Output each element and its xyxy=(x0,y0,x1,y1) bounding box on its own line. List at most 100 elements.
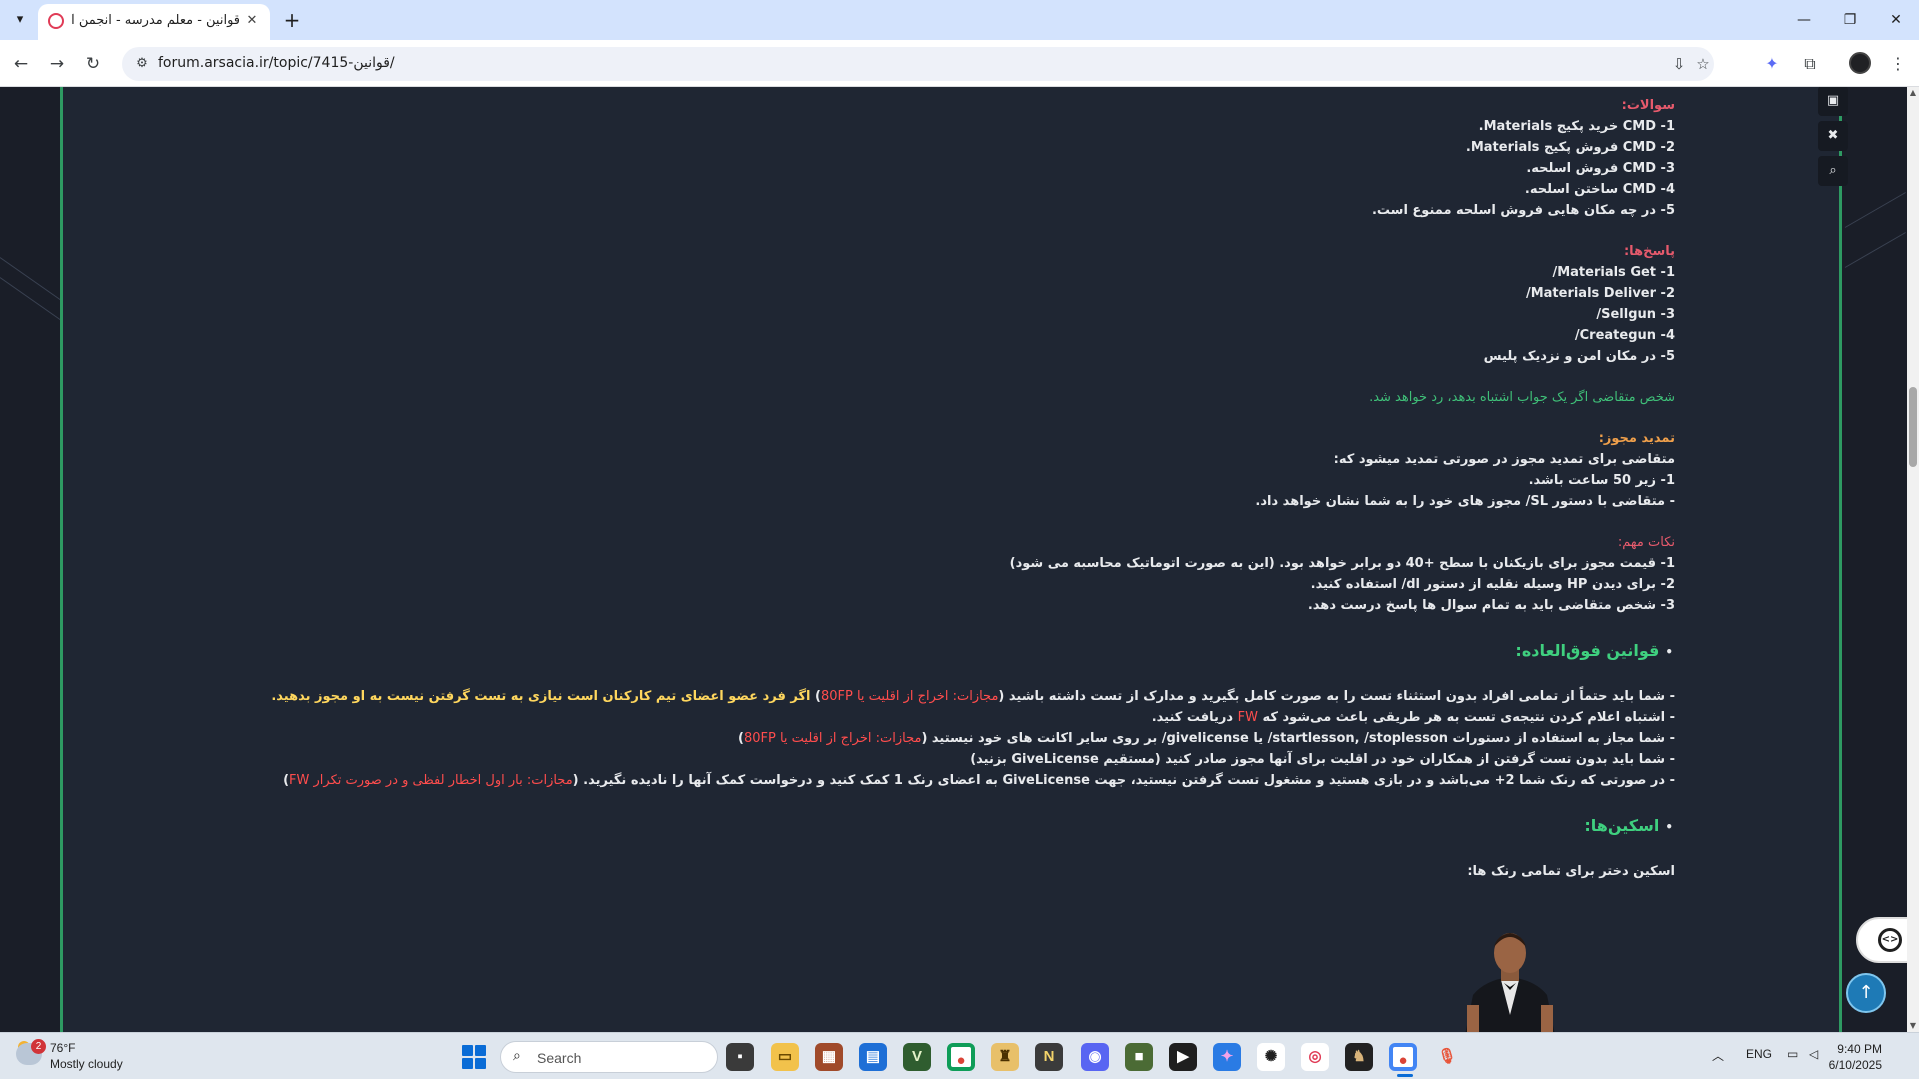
bookmark-star-icon[interactable]: ☆ xyxy=(1692,54,1714,74)
minecraft-icon[interactable]: ■ xyxy=(1125,1043,1153,1071)
clock-time[interactable]: 9:40 PM xyxy=(1820,1042,1882,1056)
scroll-thumb[interactable] xyxy=(1909,387,1917,467)
copilot-icon[interactable]: ✦ xyxy=(1759,51,1785,77)
post-body: سوالات: 1- CMD خرید پکیج Materials. 2- C… xyxy=(271,87,1675,882)
minimize-button[interactable]: — xyxy=(1790,8,1818,32)
chatgpt-icon[interactable]: ✺ xyxy=(1257,1043,1285,1071)
show-hidden-icons-chevron[interactable]: ︿ xyxy=(1712,1047,1724,1064)
background-decoration xyxy=(1844,192,1906,228)
game-app-icon[interactable]: ▦ xyxy=(815,1043,843,1071)
rule-highlight: اگر فرد عضو اعضای تیم کارکنان است نیازی … xyxy=(271,689,811,704)
tab-search-chevron-icon[interactable]: ▾ xyxy=(8,8,32,32)
windows-taskbar: 2 76°F Mostly cloudy ⌕ Search ▪ ▭ ▦ ▤ V … xyxy=(0,1032,1919,1079)
address-bar[interactable]: ⚙ forum.arsacia.ir/topic/7415-قوانین/ ⇩ … xyxy=(122,47,1714,81)
page-scrollbar[interactable]: ▲ ▼ xyxy=(1907,87,1919,1032)
rule-text: دریافت کنید. xyxy=(1151,710,1238,725)
chrome-icon[interactable]: ● xyxy=(947,1043,975,1071)
profile-avatar[interactable] xyxy=(1849,52,1871,74)
skin-character-image xyxy=(1465,933,1555,1032)
network-icon[interactable]: ▭ xyxy=(1787,1047,1798,1061)
chrome-active-icon[interactable]: ● xyxy=(1389,1043,1417,1071)
task-view-icon[interactable]: ▪ xyxy=(726,1043,754,1071)
copilot-app-icon[interactable]: ✦ xyxy=(1213,1043,1241,1071)
questions-title: سوالات: xyxy=(1621,98,1675,113)
search-icon: ⌕ xyxy=(513,1048,521,1064)
question-item: 1- CMD خرید پکیج Materials. xyxy=(1478,119,1675,134)
answers-title: پاسخ‌ها: xyxy=(1623,244,1675,259)
arsacia-app-icon[interactable]: ◎ xyxy=(1301,1043,1329,1071)
renewal-title: تمدید مجوز: xyxy=(1598,431,1675,446)
renewal-line: متقاضی برای تمدید مجوز در صورتی تمدید می… xyxy=(1333,452,1675,467)
taskbar-search[interactable]: ⌕ Search xyxy=(500,1041,718,1073)
back-button[interactable]: ← xyxy=(8,51,34,77)
game-character-app-icon[interactable]: ♞ xyxy=(1345,1043,1373,1071)
note-item: 3- شخص متقاضی باید به تمام سوال ها پاسخ … xyxy=(1307,598,1675,613)
background-decoration xyxy=(0,277,66,324)
microphone-icon[interactable]: 🎙 xyxy=(1433,1043,1461,1071)
reload-button[interactable]: ↻ xyxy=(80,51,106,77)
background-decoration xyxy=(0,257,66,304)
special-rule-4: - شما باید بدون تست گرفتن از همکاران خود… xyxy=(970,752,1675,767)
search-placeholder: Search xyxy=(537,1050,582,1066)
renewal-line: - متقاضی با دستور SL/ مجوز های خود را به… xyxy=(1255,494,1675,509)
extensions-icon[interactable]: ⧉ xyxy=(1797,51,1823,77)
game-launcher-icon[interactable]: ♜ xyxy=(991,1043,1019,1071)
tab-title: قوانین - معلم مدرسه - انجمن آرس... xyxy=(72,13,240,28)
chat-widget-button[interactable]: <> xyxy=(1856,917,1907,963)
weather-notification-badge: 2 xyxy=(31,1039,46,1054)
weather-description: Mostly cloudy xyxy=(50,1057,123,1071)
volume-icon[interactable]: ◁ xyxy=(1809,1047,1818,1061)
bullet-icon: • xyxy=(1665,820,1673,834)
close-window-button[interactable]: ✕ xyxy=(1882,8,1910,32)
rule-text: - شما باید حتماً از تمامی افراد بدون است… xyxy=(998,689,1675,704)
bullet-icon: • xyxy=(1665,645,1673,659)
skins-line: اسکین دختر برای تمامی رنک ها: xyxy=(1467,864,1675,879)
rule-text: ) xyxy=(810,689,821,704)
background-decoration xyxy=(1844,232,1906,268)
rule-penalty: FW xyxy=(1237,710,1258,725)
page-viewport: سوالات: 1- CMD خرید پکیج Materials. 2- C… xyxy=(0,87,1907,1032)
rule-penalty: مجازات: بار اول اخطار لفظی و در صورت تکر… xyxy=(289,773,573,788)
search-icon[interactable]: ⌕ xyxy=(1818,156,1848,186)
url-text[interactable]: forum.arsacia.ir/topic/7415-قوانین/ xyxy=(158,55,395,71)
special-rule-3: - شما مجاز به استفاده از دستورات startle… xyxy=(275,728,1675,749)
answer-item: 3- Sellgun/ xyxy=(1596,307,1675,322)
forward-button[interactable]: → xyxy=(44,51,70,77)
renewal-line: 1- زیر 50 ساعت باشد. xyxy=(1528,473,1675,488)
scroll-to-top-button[interactable]: ↑ xyxy=(1846,973,1886,1013)
menu-kebab-icon[interactable]: ⋮ xyxy=(1885,51,1911,77)
active-app-indicator xyxy=(1397,1074,1413,1077)
save-icon[interactable]: ▣ xyxy=(1818,87,1848,116)
skins-title: اسکین‌ها: xyxy=(1584,816,1660,835)
note-item: 1- قیمت مجوز برای بازیکنان با سطح +40 دو… xyxy=(1009,556,1675,571)
close-circle-icon[interactable]: ✖ xyxy=(1818,121,1848,151)
restore-button[interactable]: ❐ xyxy=(1836,8,1864,32)
tab-close-icon[interactable]: ✕ xyxy=(242,11,262,31)
fail-note: شخص متقاضی اگر یک جواب اشتباه بدهد، رد خ… xyxy=(1369,390,1675,405)
discord-icon[interactable]: ◉ xyxy=(1081,1043,1109,1071)
site-favicon-icon xyxy=(48,13,64,29)
scroll-down-arrow-icon[interactable]: ▼ xyxy=(1907,1020,1919,1032)
special-rule-5: - در صورتی که رنک شما 2+ می‌باشد و در با… xyxy=(275,770,1675,791)
install-app-icon[interactable]: ⇩ xyxy=(1668,54,1690,74)
microsoft-store-icon[interactable]: ▤ xyxy=(859,1043,887,1071)
language-indicator[interactable]: ENG xyxy=(1746,1047,1772,1061)
notepad-app-icon[interactable]: N xyxy=(1035,1043,1063,1071)
answer-item: 5- در مکان امن و نزدیک پلیس xyxy=(1483,349,1675,364)
file-explorer-icon[interactable]: ▭ xyxy=(771,1043,799,1071)
tab-strip: ▾ قوانین - معلم مدرسه - انجمن آرس... ✕ +… xyxy=(0,0,1919,40)
answer-item: 4- Creategun/ xyxy=(1574,328,1675,343)
new-tab-button[interactable]: + xyxy=(280,8,304,32)
start-button[interactable] xyxy=(462,1045,486,1069)
clock-date[interactable]: 6/10/2025 xyxy=(1820,1058,1882,1072)
media-player-icon[interactable]: ▶ xyxy=(1169,1043,1197,1071)
site-info-icon[interactable]: ⚙ xyxy=(132,54,152,74)
tab-active[interactable]: قوانین - معلم مدرسه - انجمن آرس... ✕ xyxy=(38,4,270,40)
scroll-up-arrow-icon[interactable]: ▲ xyxy=(1907,87,1919,99)
special-rule-1: - شما باید حتماً از تمامی افراد بدون است… xyxy=(271,686,1675,707)
browser-toolbar: ← → ↻ ⚙ forum.arsacia.ir/topic/7415-قوان… xyxy=(0,40,1919,87)
special-rule-2: - اشتباه اعلام کردن نتیجه‌ی تست به هر طر… xyxy=(275,707,1675,728)
weather-temperature: 76°F xyxy=(50,1041,76,1055)
vivaldi-app-icon[interactable]: V xyxy=(903,1043,931,1071)
rule-text: - در صورتی که رنک شما 2+ می‌باشد و در با… xyxy=(572,773,1675,788)
